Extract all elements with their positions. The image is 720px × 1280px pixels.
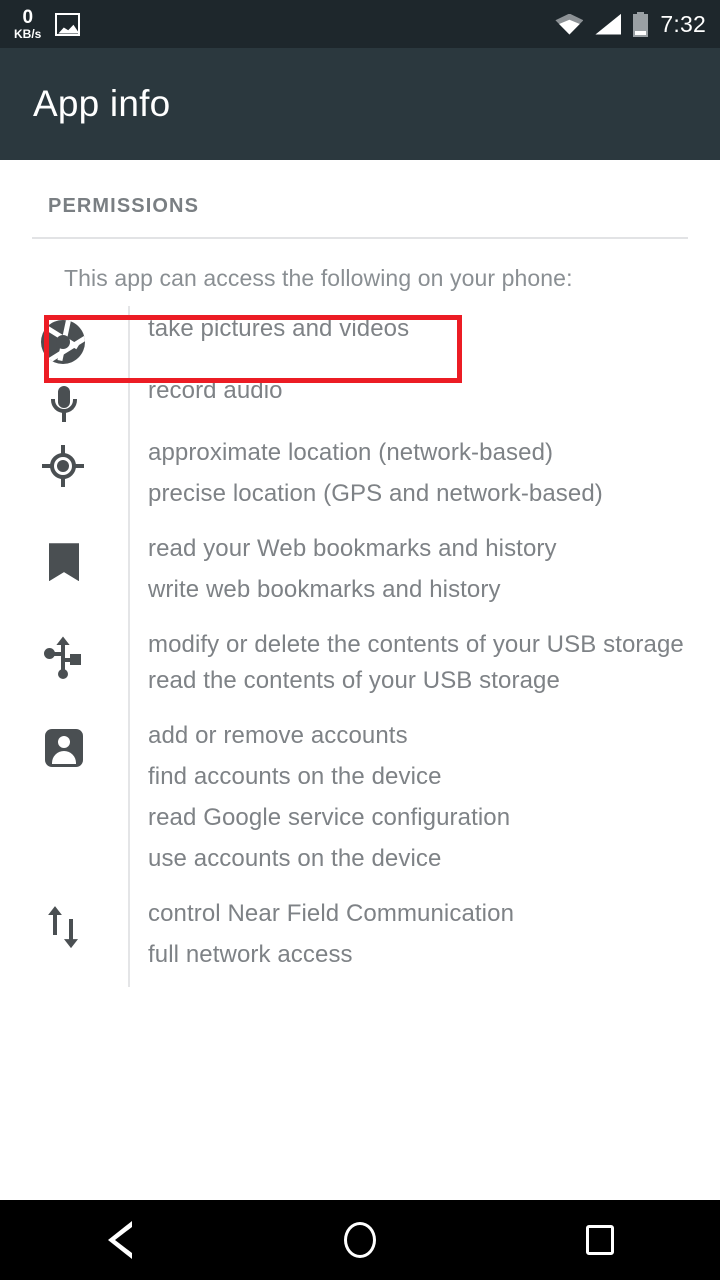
section-title-permissions: PERMISSIONS — [48, 195, 200, 217]
icon-cell — [0, 306, 128, 366]
permission-group-accounts[interactable]: add or remove accounts find accounts on … — [0, 712, 720, 892]
permission-line: control Near Field Communication — [148, 900, 515, 928]
nav-home-button[interactable] — [300, 1200, 420, 1280]
permission-line: take pictures and videos — [148, 315, 410, 342]
permission-group-usb-storage[interactable]: modify or delete the contents of your US… — [0, 622, 720, 713]
icon-cell — [0, 891, 128, 951]
icon-cell — [0, 430, 128, 490]
icon-cell — [0, 368, 128, 428]
wifi-icon — [555, 13, 584, 35]
bookmark-icon — [41, 540, 87, 586]
text-cell: modify or delete the contents of your US… — [128, 622, 720, 713]
permission-group-location[interactable]: approximate location (network-based) pre… — [0, 430, 720, 527]
permission-group-camera[interactable]: take pictures and videos — [0, 306, 720, 368]
text-cell: record audio — [128, 368, 720, 430]
camera-aperture-icon — [41, 320, 87, 366]
permissions-content[interactable]: PERMISSIONS This app can access the foll… — [0, 160, 720, 1200]
account-person-icon — [41, 727, 87, 773]
permission-line: read Google service configuration — [148, 803, 511, 831]
navigation-bar — [0, 1200, 720, 1280]
microphone-icon — [41, 382, 87, 428]
text-cell: add or remove accounts find accounts on … — [128, 712, 720, 892]
permission-line: write web bookmarks and history — [148, 576, 501, 604]
nav-back-button[interactable] — [60, 1200, 180, 1280]
back-triangle-icon — [108, 1221, 132, 1259]
text-cell: approximate location (network-based) pre… — [128, 430, 720, 527]
permission-group-nfc[interactable]: control Near Field Communication full ne… — [0, 891, 720, 988]
text-cell: control Near Field Communication full ne… — [128, 891, 720, 988]
app-bar: App info — [0, 48, 720, 160]
nav-recents-button[interactable] — [540, 1200, 660, 1280]
network-speed-indicator: 0 KB/s — [14, 8, 41, 40]
permission-line: modify or delete the contents of your US… — [148, 631, 684, 659]
permission-line: read the contents of your USB storage — [148, 666, 560, 694]
permission-group-microphone[interactable]: record audio — [0, 368, 720, 430]
permission-line: precise location (GPS and network-based) — [148, 480, 603, 508]
icon-cell — [0, 622, 128, 682]
status-bar: 0 KB/s 7:32 — [0, 0, 720, 48]
permission-line: find accounts on the device — [148, 762, 442, 790]
permissions-list: take pictures and videos record audio ap… — [0, 292, 720, 988]
permission-line: use accounts on the device — [148, 844, 442, 872]
permission-group-bookmarks[interactable]: read your Web bookmarks and history writ… — [0, 526, 720, 623]
signal-icon — [595, 13, 622, 35]
icon-cell — [0, 713, 128, 773]
status-bar-right: 7:32 — [555, 11, 706, 38]
usb-icon — [41, 636, 87, 682]
android-screen: 0 KB/s 7:32 App info PERMISSIONS This ap… — [0, 0, 720, 1280]
image-icon — [55, 12, 81, 36]
icon-cell — [0, 526, 128, 586]
home-circle-icon — [344, 1222, 376, 1258]
page-title: App info — [33, 83, 171, 124]
permission-line: add or remove accounts — [148, 721, 408, 749]
location-crosshair-icon — [41, 444, 87, 490]
status-bar-clock: 7:32 — [660, 10, 706, 37]
permission-line: read your Web bookmarks and history — [148, 535, 557, 563]
permission-line: full network access — [148, 941, 353, 969]
text-cell: take pictures and videos — [128, 306, 720, 368]
battery-icon — [633, 11, 649, 37]
text-cell: read your Web bookmarks and history writ… — [128, 526, 720, 623]
nfc-arrows-icon — [41, 905, 87, 951]
permission-line: record audio — [148, 377, 283, 404]
network-speed-unit: KB/s — [14, 27, 42, 41]
network-speed-value: 0 — [22, 7, 34, 28]
recents-square-icon — [586, 1225, 614, 1255]
permission-line: approximate location (network-based) — [148, 439, 554, 466]
status-bar-left: 0 KB/s — [14, 8, 81, 40]
permissions-intro-text: This app can access the following on you… — [64, 265, 573, 291]
